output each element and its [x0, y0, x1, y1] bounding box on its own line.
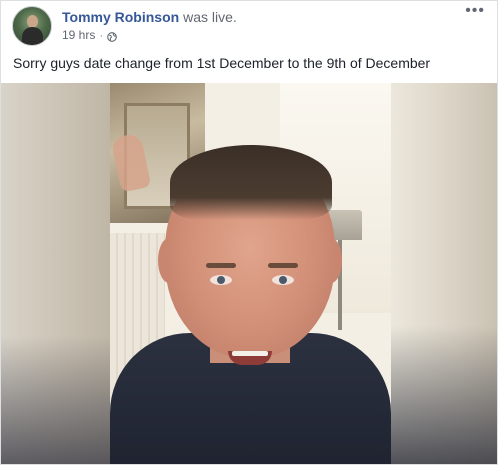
left-brow: [206, 263, 236, 268]
globe-icon[interactable]: [107, 30, 118, 42]
feed-post: Tommy Robinson was live. 19 hrs · ••• So…: [0, 0, 498, 465]
hair: [170, 145, 332, 220]
video-frame[interactable]: [110, 83, 391, 464]
post-action-text: was live.: [183, 9, 237, 25]
post-meta: Tommy Robinson was live. 19 hrs ·: [62, 8, 237, 43]
avatar-body: [22, 27, 43, 45]
post-subline: 19 hrs ·: [62, 27, 237, 43]
separator-dot: ·: [99, 28, 104, 42]
post-header: Tommy Robinson was live. 19 hrs ·: [12, 6, 237, 46]
video-blur-right: [391, 83, 497, 464]
right-brow: [268, 263, 298, 268]
author-line: Tommy Robinson was live.: [62, 8, 237, 26]
live-video-media[interactable]: [1, 83, 497, 464]
left-eye: [210, 275, 232, 285]
video-blur-left: [1, 83, 110, 464]
author-avatar[interactable]: [12, 6, 52, 46]
post-text: Sorry guys date change from 1st December…: [13, 55, 431, 71]
author-name-link[interactable]: Tommy Robinson: [62, 9, 179, 25]
more-options-icon[interactable]: •••: [465, 3, 485, 19]
right-eye: [272, 275, 294, 285]
post-timestamp[interactable]: 19 hrs: [62, 27, 95, 43]
